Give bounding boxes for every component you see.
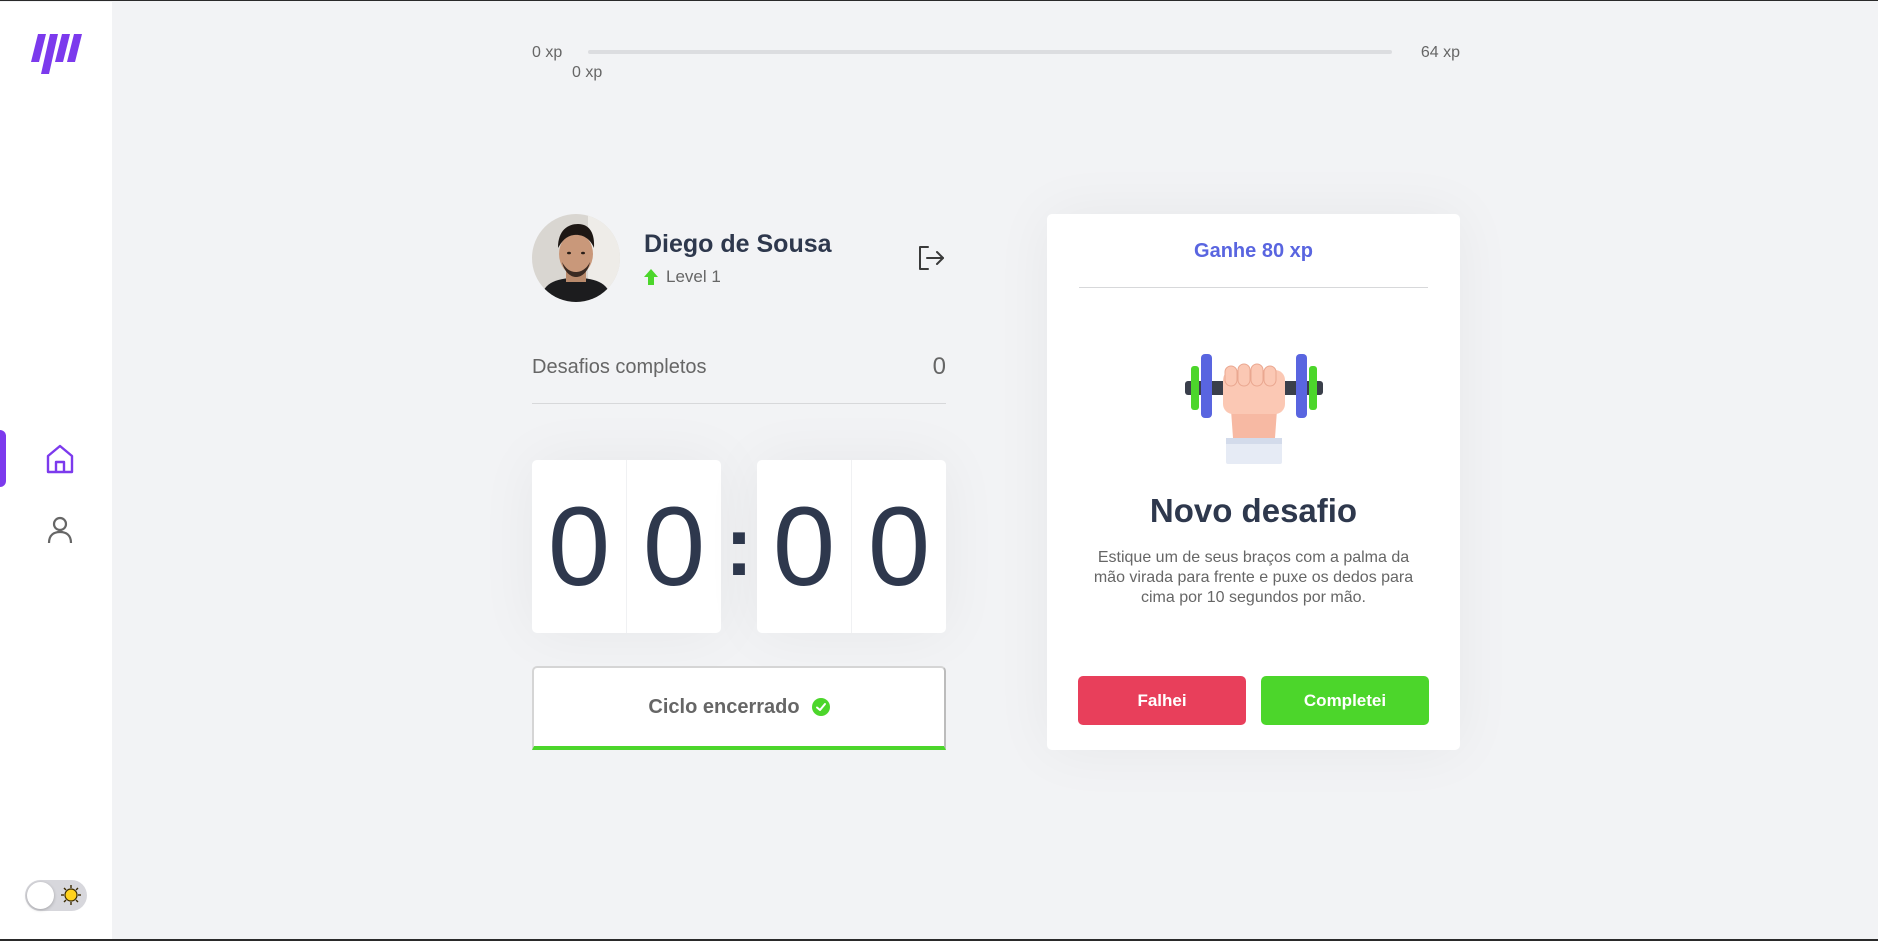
sun-icon	[61, 885, 81, 905]
theme-toggle[interactable]	[25, 880, 87, 911]
complete-button[interactable]: Completei	[1261, 676, 1429, 725]
xp-max-label: 64 xp	[1420, 44, 1460, 61]
completed-challenges: Desafios completos 0	[532, 353, 946, 404]
countdown-minutes: 0 0	[532, 460, 721, 633]
completed-challenges-label: Desafios completos	[532, 356, 707, 378]
countdown-digit: 0	[772, 483, 836, 609]
cycle-finished-button[interactable]: Ciclo encerrado	[532, 666, 946, 750]
cycle-button-label: Ciclo encerrado	[648, 695, 800, 718]
home-icon[interactable]	[44, 443, 76, 475]
check-circle-icon	[811, 698, 830, 716]
xp-current-label: 0 xp	[572, 64, 603, 81]
challenge-title: Novo desafio	[1149, 492, 1358, 529]
challenge-reward: Ganhe 80 xp	[1079, 240, 1428, 288]
challenge-card: Ganhe 80 xp Novo desafio Estique um de s…	[1047, 214, 1460, 750]
countdown-digit: 0	[851, 460, 946, 633]
xp-track	[588, 50, 1392, 54]
dumbbell-icon	[1185, 354, 1323, 464]
countdown-digit: 0	[626, 460, 721, 633]
level-label: Level 1	[666, 267, 721, 286]
countdown-separator: :	[725, 499, 753, 593]
arrow-up-icon	[644, 269, 658, 285]
experience-bar: 0 xp 0 xp 64 xp	[532, 41, 1460, 85]
avatar	[532, 214, 620, 302]
countdown-digit: 0	[547, 483, 611, 609]
user-icon[interactable]	[44, 514, 76, 546]
theme-toggle-knob	[27, 882, 54, 909]
countdown: 0 0 : 0 0	[532, 460, 946, 633]
xp-min-label: 0 xp	[532, 44, 563, 61]
completed-challenges-count: 0	[932, 353, 946, 380]
logout-icon[interactable]	[916, 243, 946, 273]
profile-name: Diego de Sousa	[644, 230, 832, 258]
nav-active-indicator	[0, 430, 6, 487]
challenge-description: Estique um de seus braços com a palma da…	[1093, 549, 1414, 606]
fail-button[interactable]: Falhei	[1078, 676, 1246, 725]
sidebar	[0, 2, 112, 941]
logo-icon	[31, 34, 82, 74]
profile-level: Level 1	[644, 267, 721, 287]
profile: Diego de Sousa Level 1	[532, 214, 946, 302]
countdown-seconds: 0 0	[757, 460, 946, 633]
